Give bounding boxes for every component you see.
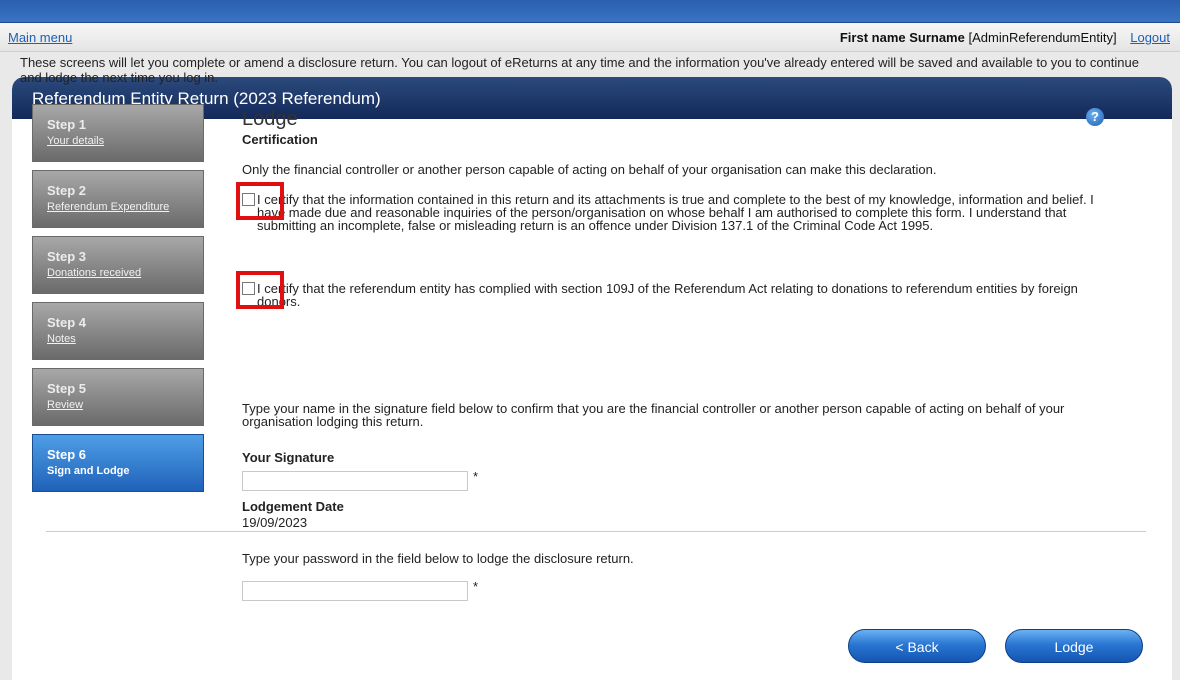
step-3-donations-received[interactable]: Step 3 Donations received	[32, 236, 204, 294]
lodge-button[interactable]: Lodge	[1005, 629, 1143, 663]
signature-input[interactable]	[242, 471, 468, 491]
step-number: Step 4	[47, 315, 87, 330]
step-6-sign-and-lodge[interactable]: Step 6 Sign and Lodge	[32, 434, 204, 492]
step-label[interactable]: Your details	[47, 135, 104, 147]
certify-information-text: I certify that the information contained…	[257, 192, 1094, 233]
step-label[interactable]: Notes	[47, 333, 76, 345]
highlight-box	[236, 182, 284, 220]
user-area: First name Surname [AdminReferendumEntit…	[840, 30, 1170, 45]
logout-link[interactable]: Logout	[1130, 30, 1170, 45]
required-mark: *	[473, 469, 479, 484]
step-label: Sign and Lodge	[47, 465, 130, 477]
step-4-notes[interactable]: Step 4 Notes	[32, 302, 204, 360]
nav-bar: Main menu First name Surname [AdminRefer…	[0, 23, 1180, 52]
lodgement-date-value: 19/09/2023	[242, 515, 308, 530]
certification-heading: Certification	[242, 132, 318, 147]
step-1-your-details[interactable]: Step 1 Your details	[32, 104, 204, 162]
help-icon[interactable]: ?	[1086, 108, 1104, 126]
top-banner	[0, 0, 1180, 23]
password-input[interactable]	[242, 581, 468, 601]
highlight-box	[236, 271, 284, 309]
certify-foreign-donors-text: I certify that the referendum entity has…	[257, 281, 1078, 309]
step-number: Step 2	[47, 183, 87, 198]
password-instruction: Type your password in the field below to…	[242, 551, 634, 566]
step-label[interactable]: Donations received	[47, 267, 141, 279]
step-2-referendum-expenditure[interactable]: Step 2 Referendum Expenditure	[32, 170, 204, 228]
step-number: Step 5	[47, 381, 87, 396]
step-5-review[interactable]: Step 5 Review	[32, 368, 204, 426]
signature-instruction: Type your name in the signature field be…	[242, 401, 1065, 429]
step-number: Step 1	[47, 117, 87, 132]
lodge-title: Lodge	[242, 108, 298, 130]
step-number: Step 6	[47, 447, 87, 462]
intro-text: These screens will let you complete or a…	[20, 55, 1139, 85]
signature-label: Your Signature	[242, 450, 335, 465]
user-name: First name Surname	[839, 30, 965, 45]
divider	[46, 531, 1146, 532]
step-number: Step 3	[47, 249, 87, 264]
declaration-note: Only the financial controller or another…	[242, 162, 937, 177]
certify-information-row: I certify that the information contained…	[242, 193, 1112, 232]
steps-sidebar: Step 1 Your details Step 2 Referendum Ex…	[32, 104, 204, 500]
user-role: [AdminReferendumEntity]	[968, 30, 1117, 45]
lodgement-date-label: Lodgement Date	[242, 499, 344, 514]
step-label[interactable]: Referendum Expenditure	[47, 201, 169, 213]
step-label[interactable]: Review	[47, 399, 83, 411]
certify-foreign-donors-row: I certify that the referendum entity has…	[242, 282, 1112, 308]
required-mark: *	[473, 579, 479, 594]
back-button[interactable]: < Back	[848, 629, 986, 663]
main-menu-link[interactable]: Main menu	[8, 30, 72, 45]
